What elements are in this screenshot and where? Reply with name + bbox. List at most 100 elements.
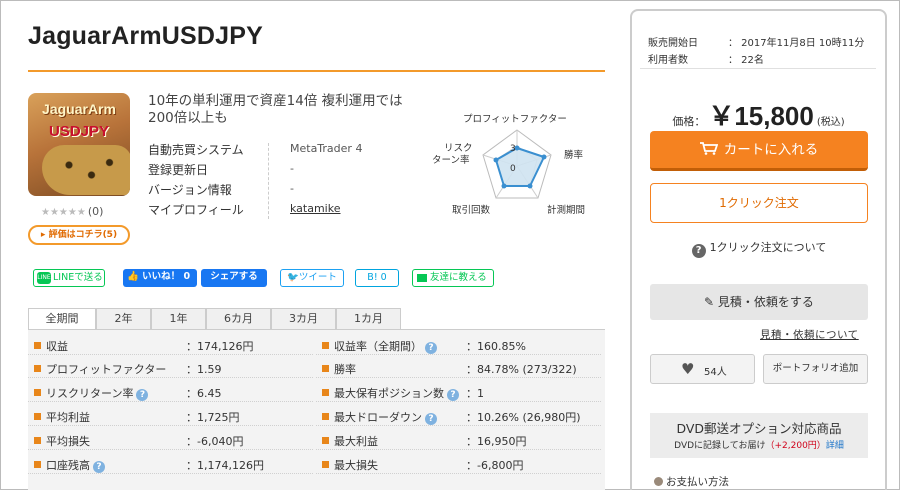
one-click-about-label: 1クリック注文について	[709, 241, 827, 254]
stat-row: 平均利益 ：1,725円	[28, 406, 313, 426]
stat-label: プロフィットファクター	[46, 363, 167, 376]
stat-label: 収益	[46, 340, 68, 353]
favorite-button[interactable]: ♥ 54人	[650, 354, 755, 384]
radar-label-trades: 取引回数	[452, 204, 491, 216]
price-value: ￥15,800	[708, 101, 814, 131]
tab-6-months[interactable]: 6カ月	[206, 308, 271, 329]
stat-row: 収益率（全期間）? ：160.85%	[316, 335, 601, 355]
sale-start-label: 販売開始日	[648, 38, 698, 49]
info-row: 自動売買システム MetaTrader 4	[148, 141, 388, 161]
stat-value: ：1,725円	[186, 411, 240, 424]
bullet-icon	[34, 389, 41, 396]
panel-divider	[640, 68, 876, 69]
radar-tick-3: 3	[510, 144, 516, 154]
price-tax: (税込)	[816, 117, 845, 128]
estimate-request-button[interactable]: ✎ 見積・依頼をする	[650, 284, 868, 320]
stat-row: 収益 ：174,126円	[28, 335, 313, 355]
stat-label: 最大利益	[334, 435, 378, 448]
stat-label: 口座残高?	[46, 457, 105, 473]
facebook-like-label: いいね！ 0	[142, 271, 191, 282]
help-icon[interactable]: ?	[136, 389, 149, 401]
estimate-about-link[interactable]: 見積・依頼について	[760, 327, 859, 342]
radar-tick-0: 0	[510, 164, 516, 174]
stat-label: 平均損失	[46, 435, 90, 448]
help-icon[interactable]: ?	[93, 461, 105, 473]
stat-label: 最大ドローダウン?	[334, 409, 437, 425]
info-label: 登録更新日	[148, 163, 209, 177]
price-label: 価格：	[672, 115, 706, 128]
stat-row: 口座残高? ：1,174,126円	[28, 454, 313, 474]
stat-row: 最大保有ポジション数? ：1	[316, 382, 601, 402]
help-icon[interactable]: ?	[447, 389, 459, 401]
stat-row: プロフィットファクター ：1.59	[28, 358, 313, 378]
one-click-about-link[interactable]: ? 1クリック注文について	[650, 239, 868, 258]
bullet-icon	[322, 413, 329, 420]
tab-2-years[interactable]: 2年	[96, 308, 151, 329]
add-to-cart-button[interactable]: カートに入れる	[650, 131, 868, 171]
review-count: (0)	[87, 205, 104, 218]
bullet-icon	[322, 342, 329, 349]
cart-icon	[699, 142, 718, 155]
info-label: 自動売買システム	[148, 143, 244, 157]
stat-label: 最大保有ポジション数?	[334, 385, 459, 401]
info-value: -	[290, 162, 294, 175]
thumbnail-text-pair: USDJPY	[48, 123, 110, 140]
line-icon: LINE	[37, 271, 51, 284]
payment-label: お支払い方法	[666, 476, 729, 488]
stat-row: リスクリターン率? ：6.45	[28, 382, 313, 402]
info-label: マイプロフィール	[148, 203, 244, 217]
bullet-icon	[34, 413, 41, 420]
stat-value: ：174,126円	[186, 340, 254, 353]
add-portfolio-button[interactable]: ポートフォリオ追加	[763, 354, 868, 384]
facebook-share-button[interactable]: シェアする	[201, 269, 267, 287]
thumbnail-text-name: JaguarArm	[42, 101, 116, 117]
stat-label: 勝率	[334, 363, 356, 376]
line-share-button[interactable]: LINE LINEで送る	[33, 269, 105, 287]
stat-value: ：-6,800円	[466, 459, 524, 472]
tell-friend-label: 友達に教える	[430, 272, 487, 283]
stat-value: ：1	[466, 387, 484, 400]
sale-start-value: ： 2017年11月8日 10時11分	[728, 38, 865, 49]
stat-label: リスクリターン率?	[46, 385, 149, 401]
profile-link[interactable]: katamike	[290, 202, 341, 215]
radar-label-risk-return-2: ターン率	[432, 154, 470, 166]
stat-value: ：10.26% (26,980円)	[466, 411, 581, 424]
line-share-label: LINEで送る	[53, 272, 103, 283]
tweet-button[interactable]: 🐦ツイート	[280, 269, 344, 287]
radar-label-risk-return-1: リスク	[444, 143, 473, 154]
heart-icon: ♥	[681, 360, 695, 378]
product-thumbnail[interactable]: JaguarArm USDJPY	[28, 93, 130, 196]
one-click-order-button[interactable]: 1クリック注文	[650, 183, 868, 223]
bullet-icon	[34, 437, 41, 444]
dvd-title: DVD郵送オプション対応商品	[676, 421, 842, 436]
tweet-label: ツイート	[298, 272, 337, 283]
info-value: -	[290, 182, 294, 195]
title-divider	[28, 70, 605, 72]
thumbs-up-icon: 👍	[127, 271, 139, 282]
facebook-like-button[interactable]: 👍 いいね！ 0	[123, 269, 197, 287]
estimate-button-label: 見積・依頼をする	[717, 295, 814, 309]
twitter-bird-icon: 🐦	[287, 272, 299, 283]
tab-1-month[interactable]: 1カ月	[336, 308, 401, 329]
info-row: 登録更新日 -	[148, 161, 388, 181]
tab-3-months[interactable]: 3カ月	[271, 308, 336, 329]
tab-1-year[interactable]: 1年	[151, 308, 206, 329]
help-icon[interactable]: ?	[425, 342, 437, 354]
reviews-button[interactable]: ▸ 評価はコチラ(5)	[28, 225, 130, 245]
tab-all-period[interactable]: 全期間	[28, 308, 96, 330]
stat-row: 最大損失 ：-6,800円	[316, 454, 601, 474]
stat-value: ：16,950円	[466, 435, 527, 448]
radar-label-period: 計測期間	[547, 204, 585, 216]
dvd-detail-link[interactable]: 詳細	[826, 441, 844, 451]
help-icon[interactable]: ?	[425, 413, 437, 425]
bullet-icon	[34, 342, 41, 349]
bullet-icon	[322, 461, 329, 468]
tell-friend-button[interactable]: 友達に教える	[412, 269, 494, 287]
stat-label: 平均利益	[46, 411, 90, 424]
bullet-icon	[654, 477, 663, 486]
stat-label: 収益率（全期間）?	[334, 338, 437, 354]
dvd-text: DVDに記録してお届け（+2,200円）詳細	[674, 441, 844, 451]
dvd-option-banner: DVD郵送オプション対応商品 DVDに記録してお届け（+2,200円）詳細	[650, 413, 868, 458]
hatena-bookmark-button[interactable]: B! 0	[355, 269, 399, 287]
stat-value: ：1.59	[186, 363, 222, 376]
